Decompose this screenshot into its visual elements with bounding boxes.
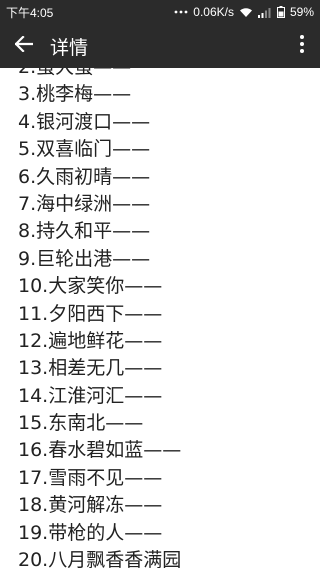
list-item: 6.久雨初晴—— [18,165,151,188]
ellipsis-icon [174,9,188,15]
net-speed: 0.06K/s [193,5,234,19]
list-item: 4.银河渡口—— [18,110,151,133]
more-options-button[interactable] [284,24,320,68]
list-item: 16.春水碧如蓝—— [18,439,182,462]
list-item: 18.黄河解冻—— [18,494,163,517]
list-item: 17.雪雨不见—— [18,466,163,489]
list-item: 15.东南北—— [18,412,144,435]
back-button[interactable] [2,24,46,68]
list-item: 13.相差无几—— [18,357,163,380]
list-item: 9.巨轮出港—— [18,247,151,270]
list-item: 19.带枪的人—— [18,521,163,544]
battery-percent: 59% [289,5,314,19]
signal-icon [257,7,272,18]
app-bar: 详情 [0,24,320,68]
list-item: 10.大家笑你—— [18,275,163,298]
arrow-left-icon [14,35,34,56]
status-right: 0.06K/s 59% [174,5,314,19]
list-item: 20.八月飘香香满园 [18,549,182,568]
status-bar: 下午4:05 0.06K/s 59% [0,0,320,24]
list-item: 11.夕阳西下—— [18,302,163,325]
detail-content[interactable]: 2.蛋大蛋—— 3.桃李梅—— 4.银河渡口—— 5.双喜临门—— 6.久雨初晴… [0,68,320,568]
list-item: 8.持久和平—— [18,220,151,243]
status-time: 下午4:05 [6,5,54,20]
list-item: 12.遍地鲜花—— [18,329,163,352]
list-item: 2.蛋大蛋—— [18,68,181,81]
page-title: 详情 [50,36,89,59]
battery-icon [276,6,285,18]
list-item: 3.桃李梅—— [18,83,132,106]
list-item: 14.江淮河汇—— [18,384,163,407]
list-item: 7.海中绿洲—— [18,192,151,215]
list-item: 5.双喜临门—— [18,138,151,161]
riddle-list: 2.蛋大蛋—— 3.桃李梅—— 4.银河渡口—— 5.双喜临门—— 6.久雨初晴… [18,68,181,568]
wifi-icon [239,7,253,18]
more-vert-icon [300,35,304,57]
